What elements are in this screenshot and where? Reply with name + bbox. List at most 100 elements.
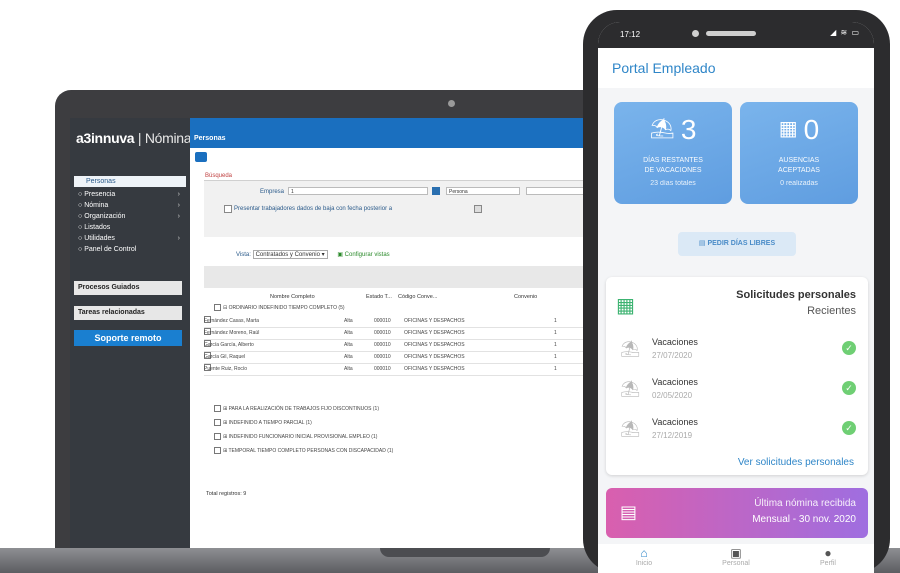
cell: 000010 bbox=[374, 318, 391, 324]
request-date: 27/12/2019 bbox=[652, 431, 693, 440]
sidebar-item-label: Organización bbox=[84, 213, 126, 220]
sidebar-item-organizacion[interactable]: ○ Organización › bbox=[74, 211, 186, 222]
request-type: Vacaciones bbox=[652, 377, 698, 387]
card-subtext: 0 realizadas bbox=[780, 180, 818, 187]
last-payslip-card[interactable]: ▤ Última nómina recibida Mensual - 30 no… bbox=[606, 488, 868, 538]
sidebar-item-label: Presencia bbox=[84, 191, 116, 198]
signal-wifi-battery-icon: ◢ ≋ ▭ bbox=[830, 28, 860, 37]
sidebar: a3innuva | Nómina Personas ○ Presencia › … bbox=[70, 118, 192, 550]
vacation-days-card[interactable]: ⛱ 3 DÍAS RESTANTES DE VACACIONES 23 días t… bbox=[614, 102, 732, 204]
group-row[interactable]: ⊞ INDEFINIDO A TIEMPO PARCIAL (1) bbox=[214, 418, 312, 429]
calendar-icon[interactable] bbox=[432, 187, 440, 195]
cell: García Gil, Raquel bbox=[204, 354, 246, 360]
cell: 000010 bbox=[374, 366, 391, 372]
page-title: Personas bbox=[194, 135, 226, 142]
tareas-relacionadas[interactable]: Tareas relacionadas bbox=[74, 306, 182, 320]
col-header-estado[interactable]: Estado T... bbox=[366, 294, 392, 300]
panel-subtitle: Recientes bbox=[807, 305, 856, 317]
briefcase-icon: ▣ bbox=[730, 546, 742, 560]
sidebar-item-utilidades[interactable]: ○ Utilidades › bbox=[74, 233, 186, 244]
card-label: DÍAS RESTANTES DE VACACIONES bbox=[614, 156, 732, 176]
tab-perfil[interactable]: ● Perfil bbox=[782, 544, 874, 567]
sidebar-item-listados[interactable]: ○ Listados bbox=[74, 222, 186, 233]
filter-panel: Empresa 1 Persona Presentar trabajadores… bbox=[204, 180, 590, 237]
speaker bbox=[706, 31, 756, 36]
table-row[interactable]: Puente Ruiz, Rocío Alta 000010 OFICINAS … bbox=[204, 364, 590, 376]
request-days-off-label: PEDIR DÍAS LIBRES bbox=[707, 240, 776, 247]
sidebar-item-label: Utilidades bbox=[84, 235, 115, 242]
col-header-nombre[interactable]: Nombre Completo bbox=[270, 294, 315, 300]
sidebar-item-nomina[interactable]: ○ Nómina › bbox=[74, 200, 186, 211]
configurar-vistas-link[interactable]: ▣ Configurar vistas bbox=[337, 252, 389, 258]
baja-checkbox[interactable] bbox=[224, 205, 232, 213]
list-item[interactable]: ⛱ Vacaciones 27/07/2020 ✓ bbox=[606, 333, 868, 369]
sidebar-item-label: Panel de Control bbox=[84, 246, 137, 253]
col-header-convenio[interactable]: Convenio bbox=[514, 294, 537, 300]
check-icon: ✓ bbox=[842, 381, 856, 395]
procesos-guiados[interactable]: Procesos Guiados bbox=[74, 281, 182, 295]
cell: 1 bbox=[554, 318, 557, 324]
cell: Alta bbox=[344, 330, 353, 336]
card-value: 3 bbox=[680, 114, 697, 145]
baja-date-field[interactable] bbox=[474, 205, 482, 213]
cell: Fernández Casas, Marta bbox=[204, 318, 260, 324]
phone-screen: 17:12 ◢ ≋ ▭ Portal Empleado ⛱ 3 DÍAS REST… bbox=[598, 22, 874, 573]
table-row[interactable]: Fernández Moreno, Raúl Alta 000010 OFICI… bbox=[204, 328, 590, 340]
bottom-tab-bar: ⌂ Inicio ▣ Personal ● Perfil bbox=[598, 544, 874, 573]
group-title: TEMPORAL TIEMPO COMPLETO PERSONAS CON DI… bbox=[228, 448, 394, 454]
tab-inicio[interactable]: ⌂ Inicio bbox=[598, 544, 690, 567]
laptop-camera bbox=[448, 100, 455, 107]
cell: Alta bbox=[344, 366, 353, 372]
group-title: INDEFINIDO A TIEMPO PARCIAL (1) bbox=[228, 420, 312, 426]
laptop-screen: a3innuva | Nómina Personas ○ Presencia › … bbox=[70, 118, 590, 550]
tab-label: Personal bbox=[722, 560, 750, 567]
list-item[interactable]: ⛱ Vacaciones 02/05/2020 ✓ bbox=[606, 373, 868, 409]
front-camera bbox=[692, 30, 699, 37]
vista-label: Vista bbox=[236, 252, 250, 258]
group-row[interactable]: ⊞ PARA LA REALIZACIÓN DE TRABAJOS FIJO D… bbox=[214, 404, 379, 415]
chevron-right-icon: › bbox=[177, 202, 180, 209]
cell: Fernández Moreno, Raúl bbox=[204, 330, 260, 336]
col-header-codigo[interactable]: Código Conve... bbox=[398, 294, 437, 300]
card-label-line2: ACEPTADAS bbox=[778, 167, 820, 174]
beach-bag-icon: ⛱ bbox=[649, 118, 675, 140]
sidebar-item-personas[interactable]: Personas bbox=[74, 176, 186, 187]
card-label: AUSENCIAS ACEPTADAS bbox=[740, 156, 858, 176]
cell: Puente Ruiz, Rocío bbox=[204, 366, 248, 372]
card-subtext: 23 días totales bbox=[650, 180, 696, 187]
status-time: 17:12 bbox=[620, 30, 641, 39]
group-title: INDEFINIDO FUNCIONARIO INICIAL PROVISION… bbox=[228, 434, 378, 440]
sidebar-item-presencia[interactable]: ○ Presencia › bbox=[74, 189, 186, 200]
group-row[interactable]: ⊞ INDEFINIDO FUNCIONARIO INICIAL PROVISI… bbox=[214, 432, 377, 443]
cell: 1 bbox=[554, 330, 557, 336]
sidebar-item-panel-control[interactable]: ○ Panel de Control bbox=[74, 244, 186, 255]
group-row[interactable]: ⊟ ORDINARIO INDEFINIDO TIEMPO COMPLETO (… bbox=[214, 303, 345, 314]
chevron-right-icon: › bbox=[177, 191, 180, 198]
group-row[interactable]: ⊞ TEMPORAL TIEMPO COMPLETO PERSONAS CON … bbox=[214, 446, 393, 457]
print-icon[interactable] bbox=[195, 152, 207, 162]
sidebar-item-label: Listados bbox=[84, 224, 111, 231]
table-row[interactable]: García García, Alberto Alta 000010 OFICI… bbox=[204, 340, 590, 352]
document-icon: ▤ bbox=[620, 502, 638, 522]
persona-select[interactable]: Persona bbox=[446, 187, 520, 195]
cell: OFICINAS Y DESPACHOS bbox=[404, 318, 465, 324]
request-days-off-button[interactable]: ▤ PEDIR DÍAS LIBRES bbox=[678, 232, 796, 256]
cell: 1 bbox=[554, 354, 557, 360]
user-icon: ● bbox=[824, 546, 832, 560]
persona-field[interactable] bbox=[526, 187, 590, 195]
check-icon: ✓ bbox=[842, 421, 856, 435]
request-type: Vacaciones bbox=[652, 417, 698, 427]
tab-personal[interactable]: ▣ Personal bbox=[690, 544, 782, 567]
view-requests-link[interactable]: Ver solicitudes personales bbox=[738, 457, 854, 468]
list-item[interactable]: ⛱ Vacaciones 27/12/2019 ✓ bbox=[606, 413, 868, 449]
absences-card[interactable]: ▦ 0 AUSENCIAS ACEPTADAS 0 realizadas bbox=[740, 102, 858, 204]
table-row[interactable]: Fernández Casas, Marta Alta 000010 OFICI… bbox=[204, 316, 590, 328]
support-button[interactable]: Soporte remoto bbox=[74, 330, 182, 346]
cell: OFICINAS Y DESPACHOS bbox=[404, 366, 465, 372]
vista-select[interactable]: Contratados y Convenio ▾ bbox=[252, 250, 328, 259]
group-title: PARA LA REALIZACIÓN DE TRABAJOS FIJO DIS… bbox=[228, 406, 379, 412]
card-value-row: ⛱ 3 bbox=[614, 114, 732, 146]
calendar-check-icon: ▦ bbox=[616, 295, 635, 317]
table-row[interactable]: García Gil, Raquel Alta 000010 OFICINAS … bbox=[204, 352, 590, 364]
empresa-field[interactable]: 1 bbox=[288, 187, 428, 195]
